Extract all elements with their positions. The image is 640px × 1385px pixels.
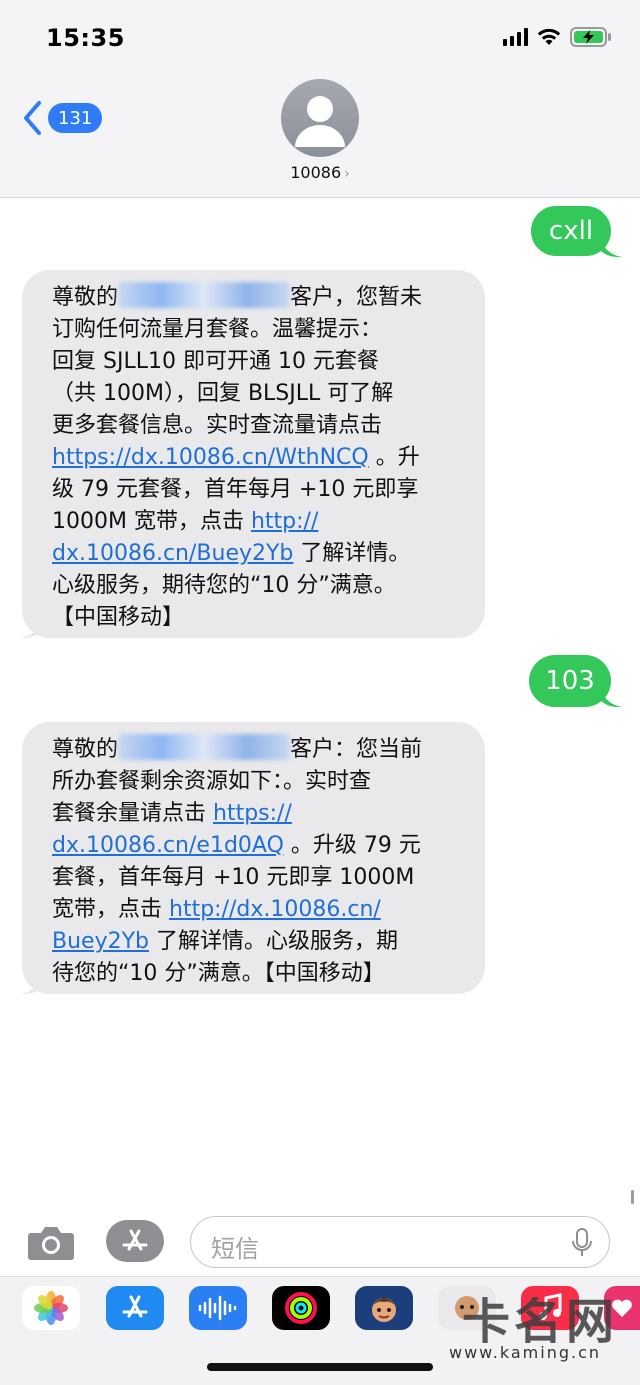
scroll-indicator[interactable] [631, 1190, 634, 1204]
unread-count-badge: 131 [48, 103, 103, 133]
balance-query-link[interactable]: dx.10086.cn/e1d0AQ [52, 833, 284, 858]
conversation-header: 15:35 131 10086 › [0, 0, 640, 198]
app-store-icon [122, 1229, 148, 1251]
photos-app-button[interactable] [22, 1286, 80, 1330]
balance-query-link[interactable]: https:// [213, 801, 292, 826]
sent-message-bubble[interactable]: 103 [529, 655, 611, 707]
watermark-logo: 卡名网 [462, 1294, 619, 1350]
bubble-tail [20, 617, 42, 639]
message-text: 了解详情。 [293, 541, 411, 566]
battery-charging-icon [570, 26, 612, 48]
app-store-app-button[interactable] [106, 1286, 164, 1330]
message-text: 回复 SJLL10 即可开通 10 元套餐 [52, 349, 379, 374]
message-text: 尊敬的 [52, 737, 119, 762]
message-text: 尊敬的 [52, 285, 119, 310]
chevron-right-icon: › [344, 166, 350, 182]
broadband-link[interactable]: http:// [251, 509, 318, 534]
received-message-bubble[interactable]: 尊敬的 客户，您暂未 订购任何流量月套餐。温馨提示： 回复 SJLL10 即可开通… [22, 270, 485, 638]
message-text: 套餐余量请点击 [52, 801, 213, 826]
received-message-bubble[interactable]: 尊敬的 客户：您当前 所办套餐剩余资源如下：。实时查 套餐余量请点击 https:… [22, 722, 485, 994]
app-store-button[interactable] [106, 1220, 164, 1262]
bubble-tail [20, 973, 42, 995]
status-indicators [503, 26, 612, 48]
broadband-link[interactable]: Buey2Yb [52, 929, 149, 954]
broadband-link[interactable]: dx.10086.cn/Buey2Yb [52, 541, 293, 566]
microphone-icon[interactable] [571, 1228, 593, 1258]
message-text: 客户，您暂未 [290, 285, 423, 310]
back-button[interactable]: 131 [22, 100, 103, 136]
message-input[interactable]: 短信 [190, 1216, 610, 1268]
memoji-icon [372, 1298, 396, 1322]
message-text: 更多套餐信息。实时查流量请点击 [52, 413, 383, 438]
sent-message-text: 103 [545, 666, 595, 696]
message-text: 客户：您当前 [290, 737, 423, 762]
message-text: 所办套餐剩余资源如下：。实时查 [52, 769, 372, 794]
status-time: 15:35 [46, 24, 125, 52]
photos-icon [34, 1291, 68, 1325]
app-store-icon [122, 1295, 148, 1318]
bubble-tail [600, 686, 622, 708]
wifi-icon [536, 27, 562, 47]
message-text: 待您的“10 分”满意。【中国移动】 [52, 961, 385, 986]
broadband-link[interactable]: http://dx.10086.cn/ [169, 897, 381, 922]
camera-icon[interactable] [27, 1223, 75, 1261]
contact-name-button[interactable]: 10086 › [0, 163, 640, 182]
memoji-app-button[interactable] [355, 1286, 413, 1330]
message-text: 宽带，点击 [52, 897, 169, 922]
message-text: （共 100M），回复 BLSJLL 可了解 [52, 381, 394, 406]
contact-avatar[interactable] [281, 79, 359, 157]
audio-icon [198, 1295, 237, 1321]
message-text: 心级服务，期待您的“10 分”满意。 [52, 573, 396, 598]
flow-query-link[interactable]: https://dx.10086.cn/WthNCQ [52, 445, 369, 470]
home-indicator[interactable] [207, 1363, 433, 1371]
contact-name: 10086 [290, 163, 342, 182]
message-input-placeholder: 短信 [211, 1235, 259, 1263]
message-text: 【中国移动】 [52, 605, 185, 630]
message-text: 订购任何流量月套餐。温馨提示： [52, 317, 383, 342]
sent-message-text: cxll [548, 216, 594, 246]
message-text: 级 79 元套餐，首年每月 +10 元即享 [52, 477, 419, 502]
person-icon [295, 96, 345, 147]
message-text: 了解详情。心级服务，期 [149, 929, 398, 954]
audio-message-app-button[interactable] [189, 1286, 247, 1330]
activity-icon [285, 1292, 317, 1324]
chevron-left-icon [24, 101, 41, 135]
redacted-name [118, 734, 291, 760]
message-text: 。升级 79 元 [283, 833, 421, 858]
activity-app-button[interactable] [272, 1286, 330, 1330]
message-text: 。升 [368, 445, 420, 470]
redacted-name [118, 282, 291, 308]
sent-message-bubble[interactable]: cxll [531, 206, 611, 256]
message-text: 套餐，首年每月 +10 元即享 1000M [52, 865, 415, 890]
bubble-tail [600, 236, 622, 258]
watermark-url: www.kaming.cn [449, 1343, 602, 1362]
cellular-signal-icon [503, 28, 528, 46]
message-text: 1000M 宽带，点击 [52, 509, 251, 534]
